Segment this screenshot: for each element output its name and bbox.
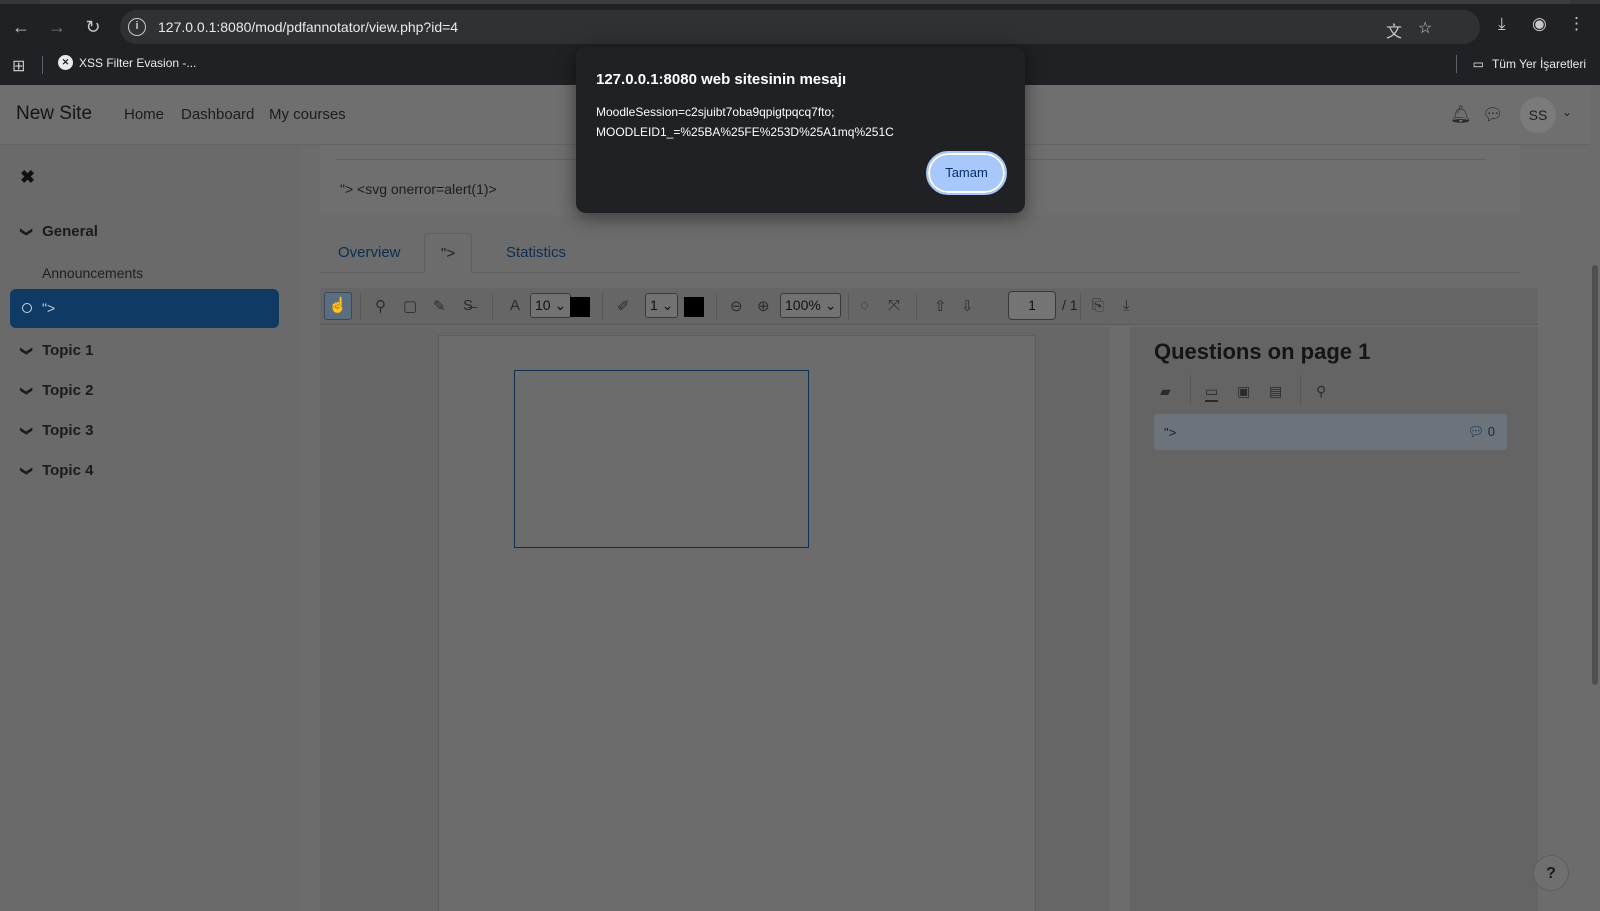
- alert-dialog: 127.0.0.1:8080 web sitesinin mesajı Mood…: [576, 47, 1025, 213]
- my-questions-icon[interactable]: ▤: [1269, 383, 1282, 400]
- url-text[interactable]: 127.0.0.1:8080/mod/pdfannotator/view.php…: [158, 19, 458, 35]
- nav-home[interactable]: Home: [124, 106, 164, 123]
- all-bookmarks-label: Tüm Yer İşaretleri: [1491, 57, 1586, 71]
- download-icon[interactable]: ⤓: [1498, 14, 1506, 34]
- book-icon[interactable]: ▰: [1160, 383, 1171, 400]
- line-width-select[interactable]: 1 ⌄: [645, 293, 679, 318]
- bell-icon[interactable]: 🔔︎: [1450, 105, 1472, 125]
- bookmark-label: XSS Filter Evasion -...: [79, 55, 197, 70]
- profile-icon[interactable]: ◉: [1532, 14, 1547, 34]
- messages-icon[interactable]: 💬︎: [1482, 105, 1504, 125]
- comment-icon: 💬︎: [1467, 424, 1485, 439]
- section-topic-4[interactable]: ❯ Topic 4: [20, 462, 93, 479]
- activity-tabs: Overview "> Statistics: [320, 233, 1520, 273]
- hand-cursor-icon[interactable]: ☝: [324, 292, 352, 320]
- pen-icon[interactable]: ✐: [617, 297, 630, 315]
- tab-statistics[interactable]: Statistics: [490, 233, 582, 273]
- pin-icon[interactable]: ⚲: [375, 297, 386, 315]
- font-size-select[interactable]: 10 ⌄: [530, 293, 572, 318]
- rectangle-icon[interactable]: ▢: [403, 297, 417, 315]
- translate-icon[interactable]: 文: [1386, 18, 1402, 42]
- question-item[interactable]: "> 💬︎ 0: [1154, 414, 1507, 450]
- course-index-drawer: ✖ ❯ General Announcements "> ❯ Topic 1 ❯ To…: [0, 145, 300, 911]
- nav-my-courses[interactable]: My courses: [269, 106, 346, 123]
- section-topic-2[interactable]: ❯ Topic 2: [20, 382, 93, 399]
- section-topic-3[interactable]: ❯ Topic 3: [20, 422, 93, 439]
- chevron-down-icon[interactable]: ⌄: [1562, 105, 1572, 119]
- back-icon[interactable]: ←: [8, 14, 34, 40]
- tab-annotator[interactable]: ">: [424, 233, 473, 273]
- download-pdf-icon[interactable]: ⤓: [1123, 297, 1130, 314]
- forward-icon[interactable]: →: [44, 14, 70, 40]
- hide-annotations-icon[interactable]: ◌: [860, 297, 869, 314]
- zoom-in-icon[interactable]: ⊕: [757, 297, 770, 315]
- activity-announcements[interactable]: Announcements: [42, 265, 143, 281]
- page-total: / 1: [1062, 297, 1078, 313]
- text-color-swatch[interactable]: [570, 297, 590, 317]
- site-name[interactable]: New Site: [16, 103, 92, 125]
- nav-dashboard[interactable]: Dashboard: [181, 106, 254, 123]
- ok-button[interactable]: Tamam: [926, 151, 1007, 195]
- pen-color-swatch[interactable]: [684, 297, 704, 317]
- section-general[interactable]: ❯ General: [20, 223, 98, 240]
- question-text: ">: [1164, 425, 1177, 440]
- bookmark-star-icon[interactable]: ☆: [1418, 18, 1432, 38]
- drawer-active-item[interactable]: ">: [10, 289, 279, 328]
- folder-icon: ▭: [1472, 57, 1484, 71]
- dialog-title: 127.0.0.1:8080 web sitesinin mesajı: [596, 71, 847, 88]
- zoom-select[interactable]: 100% ⌄: [780, 293, 842, 318]
- questions-panel: Questions on page 1 ▰ ▭ ▣ ▤ ⚲ "> 💬︎ 0: [1130, 327, 1538, 911]
- bookmark-favicon-icon: ✕: [58, 55, 73, 70]
- completion-circle-icon: [22, 303, 32, 313]
- bookmark-item[interactable]: ✕ XSS Filter Evasion -...: [58, 55, 196, 70]
- tab-strip: [0, 0, 1600, 4]
- dialog-message: MoodleSession=c2sjuibt7oba9qpigtpqcq7fto…: [596, 105, 894, 139]
- answered-questions-icon[interactable]: ▣: [1237, 383, 1250, 400]
- avatar[interactable]: SS: [1520, 97, 1556, 133]
- reload-icon[interactable]: ↻: [80, 14, 106, 40]
- previous-page-icon[interactable]: ⇧: [934, 297, 947, 315]
- zoom-out-icon[interactable]: ⊖: [730, 297, 743, 315]
- site-info-icon[interactable]: i: [128, 18, 146, 36]
- pdf-viewer: [320, 327, 1110, 911]
- menu-icon[interactable]: ⋮: [1568, 14, 1585, 34]
- section-topic-1[interactable]: ❯ Topic 1: [20, 342, 93, 359]
- highlight-icon[interactable]: ✎: [433, 297, 446, 315]
- close-icon[interactable]: ✖: [20, 167, 35, 188]
- annotation-toolbar: ☝ ⚲ ▢ ✎ S̶ A 10 ⌄ ✐ 1 ⌄ ⊖ ⊕ 100% ⌄ ◌ ⤧ ⇧…: [320, 288, 1538, 325]
- tab-overview[interactable]: Overview: [322, 233, 417, 273]
- pdf-page[interactable]: [438, 335, 1036, 911]
- apps-icon[interactable]: ⊞: [12, 56, 25, 76]
- strikethrough-icon[interactable]: S̶: [463, 297, 473, 314]
- chevron-down-icon[interactable]: ❯: [20, 226, 34, 236]
- text-icon[interactable]: A: [510, 297, 520, 314]
- description-text: "> <svg onerror=alert(1)>: [340, 181, 497, 197]
- all-bookmarks[interactable]: ▭ Tüm Yer İşaretleri: [1455, 55, 1586, 73]
- page-number-input[interactable]: 1: [1008, 291, 1056, 320]
- help-button[interactable]: ?: [1533, 855, 1569, 891]
- comment-count: 💬︎ 0: [1467, 424, 1495, 439]
- save-pdf-icon[interactable]: ⎘: [1092, 297, 1104, 314]
- all-questions-icon[interactable]: ▭: [1205, 383, 1219, 402]
- rectangle-annotation[interactable]: [514, 370, 809, 548]
- next-page-icon[interactable]: ⇩: [961, 297, 974, 315]
- questions-title: Questions on page 1: [1154, 339, 1371, 364]
- page-scrollbar[interactable]: [1590, 85, 1600, 911]
- address-bar[interactable]: i 127.0.0.1:8080/mod/pdfannotator/view.p…: [120, 10, 1480, 44]
- fullscreen-icon[interactable]: ⤧: [888, 297, 900, 314]
- search-icon[interactable]: ⚲: [1316, 383, 1326, 400]
